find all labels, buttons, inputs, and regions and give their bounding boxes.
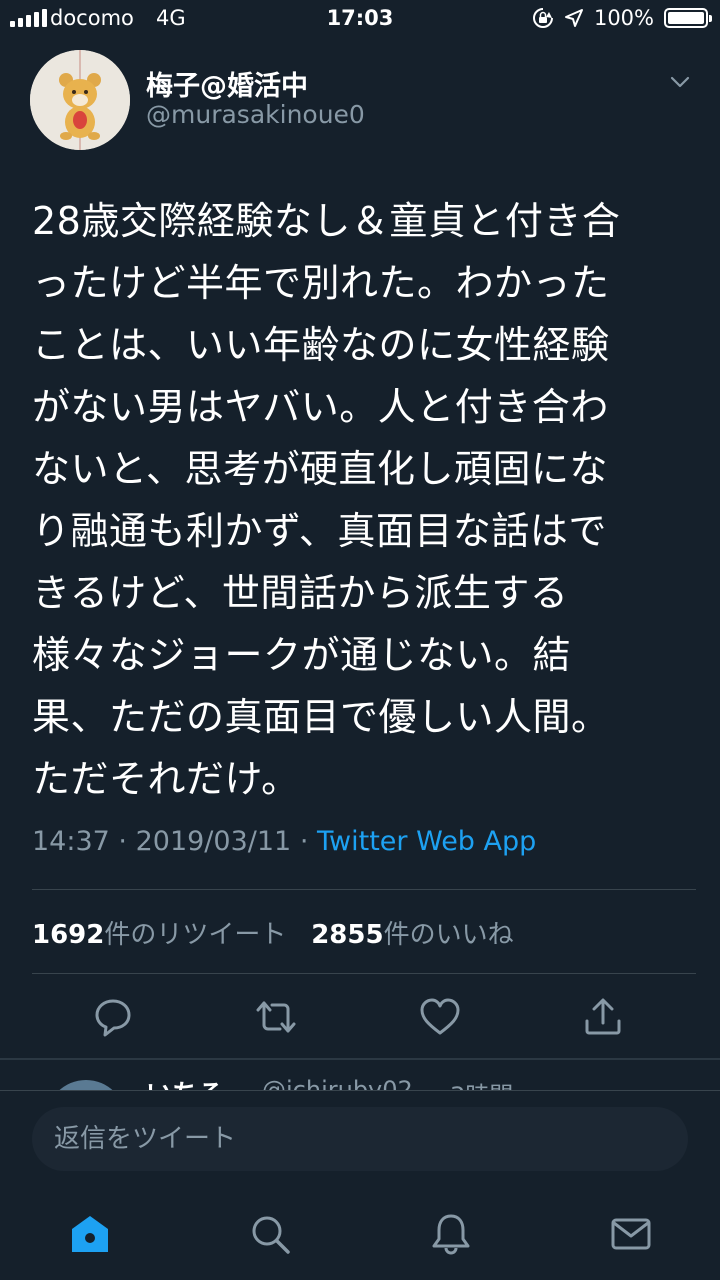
status-bar: docomo 4G 17:03 100% [0,0,720,40]
share-icon[interactable] [581,995,625,1039]
battery-icon [664,8,712,28]
chevron-down-icon[interactable] [668,70,692,94]
messages-icon[interactable] [609,1212,653,1256]
next-tweet-peek[interactable]: いちる @ichiruby02 3時間 [0,1060,720,1094]
tab-bar [0,1190,720,1280]
reply-icon[interactable] [91,995,135,1039]
avatar[interactable] [30,50,130,150]
tweet-time: 14:37 [32,826,110,857]
divider [32,889,696,890]
retweet-label: 件のリツイート [104,920,287,950]
separator: · [299,826,309,857]
like-count: 2855 [311,920,384,950]
author-handle[interactable]: @murasakinoue0 [146,100,365,129]
tweet-text: 28歳交際経験なし＆童貞と付き合 ったけど半年で別れた。わかった ことは、いい年… [32,199,621,801]
separator: · [118,826,127,857]
reply-input[interactable]: 返信をツイート [32,1107,688,1171]
notifications-icon[interactable] [429,1212,473,1256]
retweet-count: 1692 [32,920,105,950]
divider [32,973,696,974]
bear-avatar-icon [30,50,130,150]
tweet-date: 2019/03/11 [135,826,292,857]
orientation-lock-icon [532,8,553,28]
like-stat[interactable]: 2855件のいいね [311,920,513,950]
search-icon[interactable] [248,1212,292,1256]
like-label: 件のいいね [383,920,514,950]
retweet-icon[interactable] [254,995,298,1039]
like-icon[interactable] [418,995,462,1039]
tweet-meta: 14:37 · 2019/03/11 · Twitter Web App [32,826,536,857]
retweet-stat[interactable]: 1692件のリツイート [32,920,286,950]
tweet-source-link[interactable]: Twitter Web App [317,826,536,857]
author-name[interactable]: 梅子@婚活中 [146,64,308,103]
location-arrow-icon [564,9,583,27]
home-icon[interactable] [68,1212,112,1256]
tweet-stats: 1692件のリツイート 2855件のいいね [32,914,514,951]
reply-bar: 返信をツイート [0,1090,720,1191]
battery-level [668,12,704,24]
battery-percent: 100% [593,6,654,30]
